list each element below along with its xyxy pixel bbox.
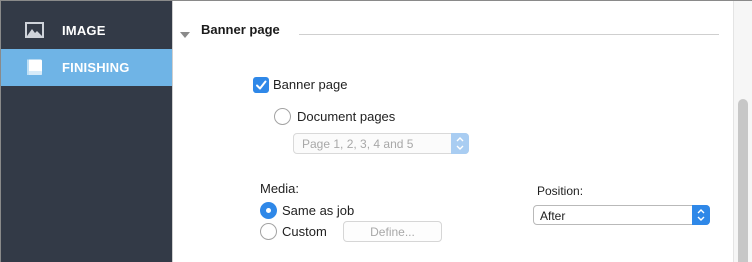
sidebar-item-image[interactable]: IMAGE [1, 12, 172, 49]
banner-page-label: Banner page [273, 77, 348, 92]
document-pages-select-value: Page 1, 2, 3, 4 and 5 [302, 137, 414, 151]
select-stepper-icon [692, 205, 710, 225]
vertical-scrollbar[interactable] [733, 1, 752, 262]
main-panel: Banner page Banner page Document pages P… [173, 1, 733, 262]
sidebar-item-finishing[interactable]: FINISHING [1, 49, 172, 86]
book-icon [25, 59, 44, 75]
select-stepper-icon [451, 133, 469, 154]
custom-label: Custom [282, 224, 327, 239]
disclosure-triangle-icon[interactable] [180, 26, 190, 44]
document-pages-select: Page 1, 2, 3, 4 and 5 [293, 133, 469, 154]
media-label: Media: [260, 181, 300, 196]
sidebar-item-label: FINISHING [62, 60, 130, 75]
custom-radio[interactable] [260, 223, 277, 240]
position-select-value: After [540, 209, 566, 223]
document-pages-radio[interactable] [274, 108, 291, 125]
document-pages-label: Document pages [297, 109, 396, 124]
position-label: Position: [537, 184, 584, 198]
sidebar-item-label: IMAGE [62, 23, 106, 38]
image-icon [25, 22, 44, 38]
same-as-job-label: Same as job [282, 203, 355, 218]
section-rule [299, 34, 719, 35]
banner-page-checkbox[interactable] [253, 77, 269, 93]
define-button-label: Define... [370, 225, 415, 239]
same-as-job-radio[interactable] [260, 202, 277, 219]
section-title: Banner page [201, 22, 280, 37]
sidebar: IMAGE FINISHING [1, 1, 172, 262]
scrollbar-thumb[interactable] [738, 99, 748, 262]
position-select[interactable]: After [533, 205, 710, 225]
define-button: Define... [343, 221, 442, 242]
